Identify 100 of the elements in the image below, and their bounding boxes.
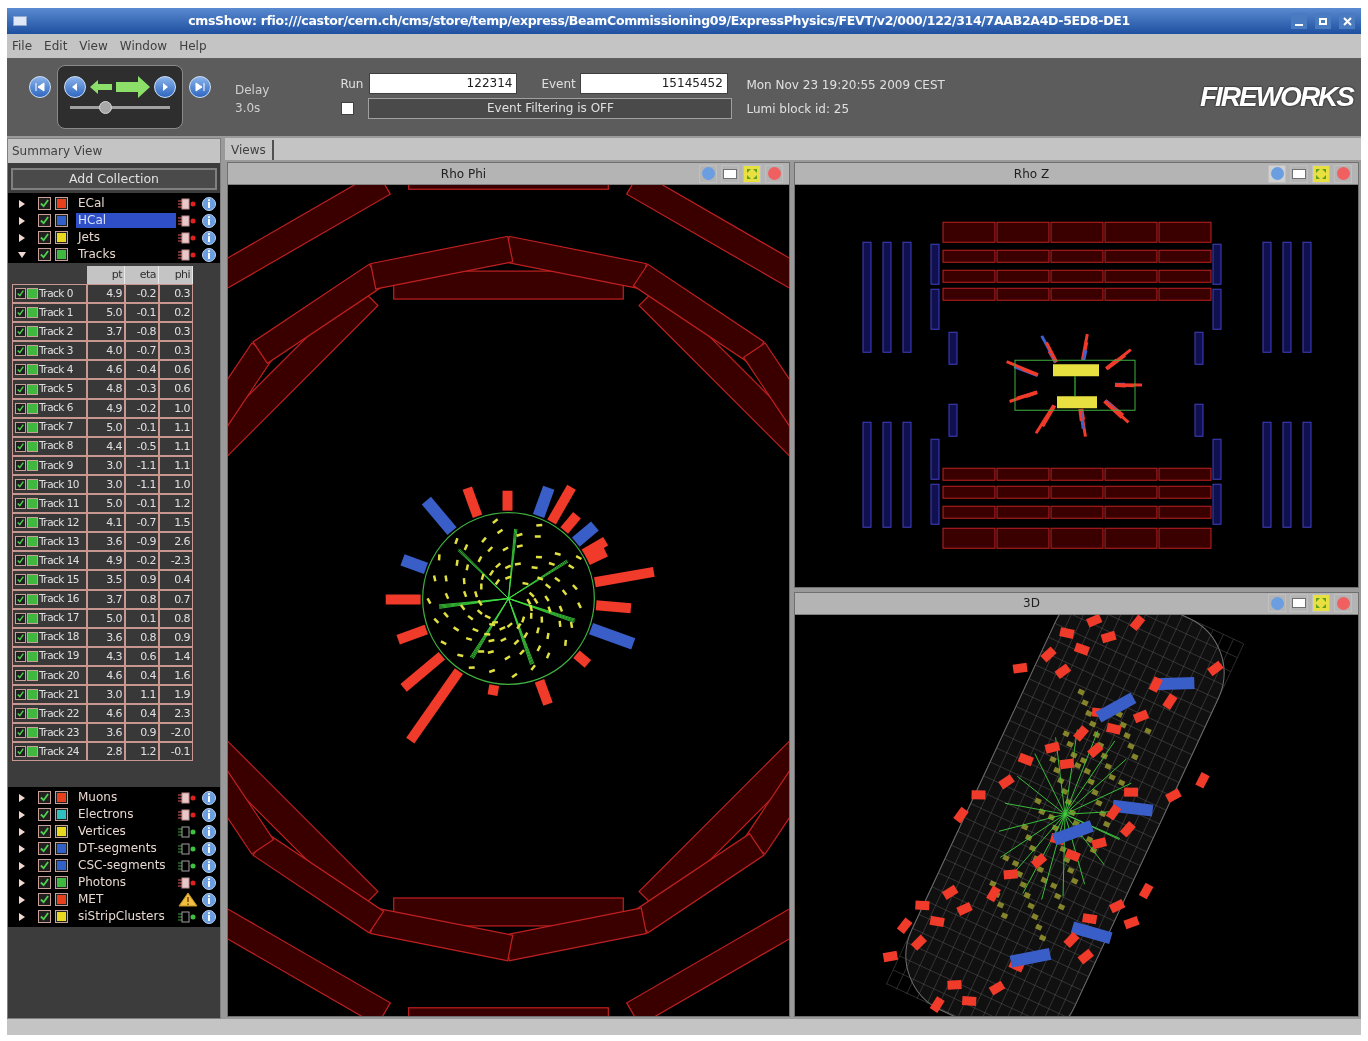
plug-icon[interactable] (178, 808, 198, 821)
add-collection-button[interactable]: Add Collection (11, 168, 217, 190)
expand-arrow-icon[interactable] (18, 861, 26, 870)
info-button[interactable] (202, 892, 216, 907)
checkbox[interactable] (15, 536, 26, 548)
color-swatch[interactable] (55, 214, 68, 227)
color-swatch[interactable] (55, 197, 68, 210)
checkbox[interactable] (38, 893, 51, 907)
checkbox[interactable] (15, 555, 26, 567)
collection-name[interactable]: DT-segments (76, 841, 174, 857)
checkbox[interactable] (38, 842, 51, 856)
expand-arrow-icon[interactable] (18, 199, 26, 208)
info-button[interactable] (202, 790, 216, 805)
checkbox[interactable] (38, 214, 51, 227)
info-button[interactable] (202, 858, 216, 873)
checkbox[interactable] (15, 498, 26, 510)
info-button[interactable] (202, 213, 216, 228)
filter-checkbox[interactable] (341, 102, 355, 115)
expand-arrow-icon[interactable] (18, 216, 26, 225)
warning-icon[interactable] (178, 892, 198, 907)
maximize-button[interactable] (1315, 13, 1331, 29)
plug-icon[interactable] (178, 825, 198, 838)
color-swatch[interactable] (55, 791, 68, 805)
plug-icon[interactable] (178, 248, 198, 261)
undock-button[interactable] (1290, 164, 1308, 183)
info-button[interactable] (202, 230, 216, 245)
checkbox[interactable] (15, 288, 26, 300)
checkbox[interactable] (38, 876, 51, 890)
color-swatch[interactable] (55, 842, 68, 856)
info-button[interactable] (202, 247, 216, 262)
previous-event-button[interactable] (64, 75, 86, 98)
color-swatch[interactable] (55, 808, 68, 822)
checkbox[interactable] (15, 459, 26, 471)
menu-item[interactable]: Help (179, 37, 207, 55)
menu-item[interactable]: File (12, 37, 33, 55)
checkbox[interactable] (38, 197, 51, 210)
color-swatch[interactable] (55, 825, 68, 839)
checkbox[interactable] (15, 650, 26, 662)
checkbox[interactable] (15, 421, 26, 433)
expand-arrow-icon[interactable] (18, 827, 26, 836)
expand-arrow-icon[interactable] (18, 810, 26, 819)
expand-arrow-icon[interactable] (18, 878, 26, 887)
collection-name[interactable]: Photons (76, 875, 174, 891)
checkbox[interactable] (38, 231, 51, 244)
info-button[interactable] (202, 196, 216, 211)
expand-arrow-icon[interactable] (18, 793, 26, 802)
column-header[interactable]: pt (87, 266, 125, 284)
undock-button[interactable] (721, 164, 739, 183)
info-button[interactable] (202, 909, 216, 924)
rho-phi-event-drawing[interactable] (228, 185, 789, 1016)
checkbox[interactable] (15, 326, 26, 338)
forward-arrow-icon[interactable] (116, 75, 150, 98)
checkbox[interactable] (38, 248, 51, 261)
expand-arrow-icon[interactable] (18, 233, 26, 242)
checkbox[interactable] (15, 307, 26, 319)
menu-item[interactable]: Edit (44, 37, 68, 55)
checkbox[interactable] (38, 791, 51, 805)
info-button[interactable] (202, 824, 216, 839)
backward-arrow-icon[interactable] (90, 78, 112, 95)
checkbox[interactable] (15, 402, 26, 414)
menu-item[interactable]: View (79, 37, 108, 55)
views-tab[interactable]: Views (225, 140, 274, 160)
checkbox[interactable] (15, 746, 26, 758)
plug-icon[interactable] (178, 842, 198, 855)
checkbox[interactable] (15, 345, 26, 357)
minimize-button[interactable] (1291, 13, 1307, 29)
collection-name[interactable]: Tracks (76, 247, 174, 262)
plug-icon[interactable] (178, 791, 198, 804)
delay-slider-thumb[interactable] (99, 100, 112, 114)
checkbox[interactable] (15, 440, 26, 452)
checkbox[interactable] (15, 364, 26, 376)
collection-name[interactable]: Vertices (76, 824, 174, 840)
collection-name[interactable]: siStripClusters (76, 909, 174, 925)
column-header[interactable]: eta (125, 266, 159, 284)
plug-icon[interactable] (178, 859, 198, 872)
collection-name[interactable]: ECal (76, 196, 174, 211)
collection-name[interactable]: HCal (76, 213, 176, 228)
info-button[interactable] (202, 807, 216, 822)
checkbox[interactable] (15, 574, 26, 586)
checkbox[interactable] (15, 593, 26, 605)
checkbox[interactable] (38, 910, 51, 924)
checkbox[interactable] (38, 808, 51, 822)
event-field[interactable]: 15145452 (579, 73, 728, 94)
checkbox[interactable] (15, 383, 26, 395)
color-swatch[interactable] (55, 859, 68, 873)
collection-name[interactable]: Jets (76, 230, 174, 245)
checkbox[interactable] (15, 708, 26, 720)
collection-name[interactable]: CSC-segments (76, 858, 174, 874)
color-swatch[interactable] (55, 893, 68, 907)
checkbox[interactable] (38, 825, 51, 839)
expand-arrow-icon[interactable] (18, 895, 26, 904)
checkbox[interactable] (15, 727, 26, 739)
color-swatch[interactable] (55, 248, 68, 261)
collection-name[interactable]: MET (76, 892, 174, 908)
plug-icon[interactable] (178, 197, 198, 210)
expand-arrow-icon[interactable] (18, 912, 26, 921)
expand-arrow-icon[interactable] (18, 844, 26, 853)
collection-name[interactable]: Muons (76, 790, 174, 806)
color-swatch[interactable] (55, 231, 68, 244)
checkbox[interactable] (15, 631, 26, 643)
